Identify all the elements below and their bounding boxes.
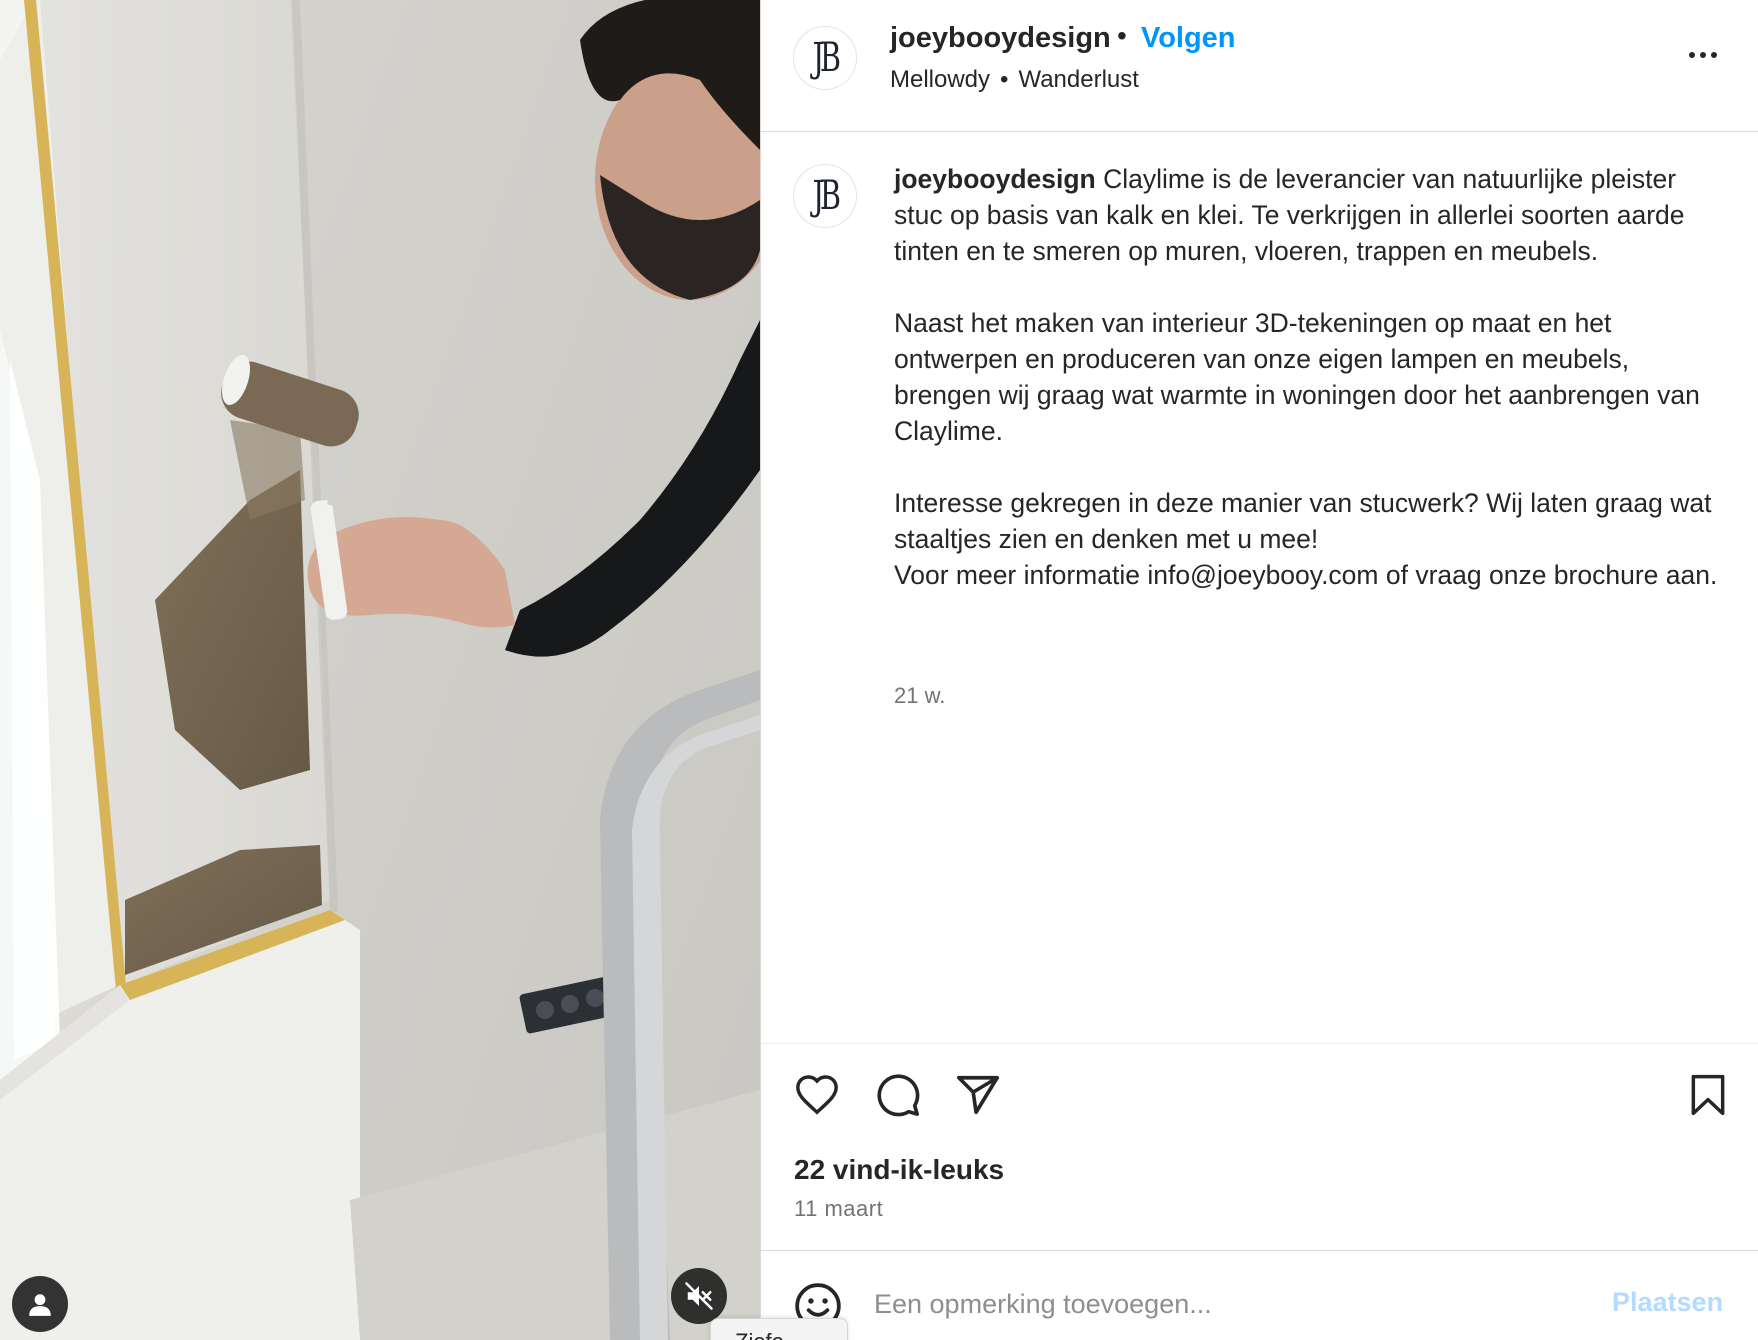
tagged-users-button[interactable]: [12, 1276, 68, 1332]
comment-bar: Plaatsen: [761, 1250, 1758, 1340]
caption-paragraph-3-line-1: Interesse gekregen in deze manier van st…: [894, 488, 1712, 554]
mute-toggle-button[interactable]: [671, 1268, 727, 1324]
action-bar: 22 vind-ik-leuks 11 maart: [761, 1043, 1758, 1251]
heart-icon: [796, 1075, 838, 1115]
comment-icon: [877, 1074, 920, 1117]
author-avatar[interactable]: JB: [793, 26, 857, 90]
follow-button[interactable]: Volgen: [1141, 22, 1236, 55]
comment-button[interactable]: [872, 1069, 924, 1121]
like-button[interactable]: [791, 1069, 843, 1121]
avatar-monogram: JB: [812, 173, 841, 219]
audio-separator: •: [1000, 66, 1009, 93]
caption-text: joeybooydesign Claylime is de leverancie…: [894, 161, 1724, 593]
share-button[interactable]: [952, 1069, 1004, 1121]
more-options-icon: [1689, 52, 1695, 58]
caption-paragraph-3-line-2: Voor meer informatie info@joeybooy.com o…: [894, 560, 1718, 590]
speaker-muted-icon: [685, 1282, 713, 1310]
avatar-monogram: JB: [812, 35, 841, 81]
caption-section: JB joeybooydesign Claylime is de leveran…: [761, 133, 1758, 1043]
audio-track[interactable]: Wanderlust: [1018, 66, 1139, 94]
likes-count[interactable]: 22 vind-ik-leuks: [794, 1154, 1004, 1186]
audio-artist[interactable]: Mellowdy: [890, 66, 990, 94]
more-options-button[interactable]: [1681, 40, 1725, 70]
hover-tooltip: Ziefe...: [710, 1318, 848, 1340]
caption-age[interactable]: 21 w.: [894, 683, 945, 709]
caption-avatar[interactable]: JB: [793, 164, 857, 228]
send-icon: [957, 1075, 999, 1115]
caption-paragraph-3: Interesse gekregen in deze manier van st…: [894, 485, 1724, 593]
separator-dot: •: [1117, 20, 1127, 51]
more-options-dot: [1711, 52, 1717, 58]
post-sidebar: JB joeybooydesign • Volgen Mellowdy • Wa…: [760, 0, 1758, 1340]
user-icon: [29, 1294, 51, 1316]
caption-paragraph-2: Naast het maken van interieur 3D-tekenin…: [894, 308, 1700, 446]
caption-paragraph: joeybooydesign Claylime is de leverancie…: [894, 161, 1724, 269]
post-media[interactable]: [0, 0, 760, 1340]
post-date[interactable]: 11 maart: [794, 1196, 883, 1222]
post-comment-button[interactable]: Plaatsen: [1612, 1287, 1723, 1318]
comment-input[interactable]: [874, 1277, 1574, 1331]
author-username-link[interactable]: joeybooydesign: [890, 22, 1111, 55]
bookmark-icon: [1691, 1074, 1725, 1116]
audio-info[interactable]: Mellowdy • Wanderlust: [890, 66, 1139, 94]
save-button[interactable]: [1682, 1069, 1734, 1121]
post-header: JB joeybooydesign • Volgen Mellowdy • Wa…: [761, 0, 1758, 132]
video-frame: [0, 0, 760, 1340]
more-options-dot: [1700, 52, 1706, 58]
caption-username-link[interactable]: joeybooydesign: [894, 164, 1096, 194]
